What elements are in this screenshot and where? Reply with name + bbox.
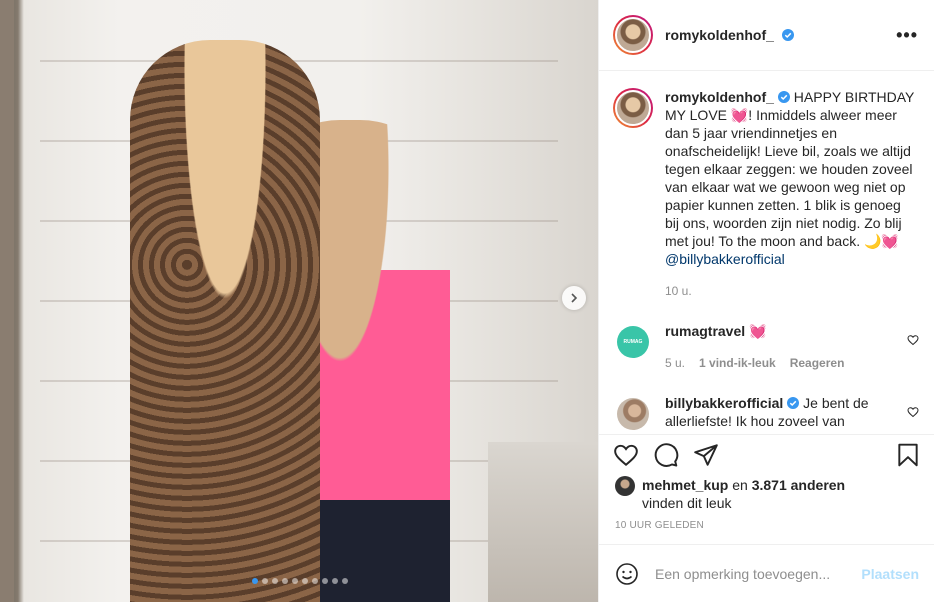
- like-heart-icon[interactable]: [613, 442, 639, 468]
- author-avatar[interactable]: [613, 15, 653, 55]
- comment-item: RUMAG rumagtravel 💓 5 u. 1 vind-ik-leuk …: [613, 322, 921, 372]
- post-comment-button[interactable]: Plaatsen: [861, 566, 919, 582]
- comment-username[interactable]: rumagtravel: [665, 323, 745, 339]
- reply-button[interactable]: Reageren: [790, 354, 845, 372]
- more-options-icon[interactable]: •••: [896, 25, 918, 46]
- verified-badge-icon: [781, 29, 794, 41]
- carousel-dot: [282, 578, 288, 584]
- likes-count[interactable]: 3.871 anderen: [752, 477, 845, 493]
- share-paper-plane-icon[interactable]: [693, 442, 719, 468]
- carousel-dots: [252, 578, 348, 584]
- save-bookmark-icon[interactable]: [895, 442, 921, 468]
- caption: romykoldenhof_ HAPPY BIRTHDAY MY LOVE 💓!…: [613, 88, 921, 300]
- carousel-dot: [292, 578, 298, 584]
- liker-username[interactable]: mehmet_kup: [642, 477, 728, 493]
- caption-avatar[interactable]: [613, 88, 653, 128]
- carousel-dot: [342, 578, 348, 584]
- post-details-panel: romykoldenhof_ ••• romykoldenhof_ HAPPY …: [598, 0, 934, 602]
- liker-avatar[interactable]: [615, 476, 635, 496]
- like-comment-heart-icon[interactable]: [907, 334, 919, 346]
- comment-text: 💓: [749, 323, 767, 339]
- carousel-dot: [322, 578, 328, 584]
- likes-suffix: vinden dit leuk: [642, 495, 732, 511]
- bench: [488, 442, 598, 602]
- post-header: romykoldenhof_ •••: [599, 0, 934, 71]
- likes-connector: en: [732, 477, 748, 493]
- emoji-smiley-icon[interactable]: [615, 562, 639, 586]
- caption-mention[interactable]: @billybakkerofficial: [665, 251, 785, 267]
- post-timestamp[interactable]: 10 UUR GELEDEN: [615, 520, 704, 531]
- comment-time[interactable]: 5 u.: [665, 354, 685, 372]
- instagram-post-window: romykoldenhof_ ••• romykoldenhof_ HAPPY …: [0, 0, 934, 602]
- caption-text: HAPPY BIRTHDAY MY LOVE 💓! Inmiddels alwe…: [665, 89, 915, 249]
- carousel-dot: [332, 578, 338, 584]
- carousel-dot: [312, 578, 318, 584]
- comment-input[interactable]: [655, 565, 862, 582]
- next-slide-button[interactable]: [562, 286, 586, 310]
- verified-badge-icon: [777, 91, 790, 103]
- author-username[interactable]: romykoldenhof_: [665, 27, 794, 43]
- post-actions: [599, 434, 934, 474]
- caption-username[interactable]: romykoldenhof_: [665, 89, 774, 105]
- like-comment-heart-icon[interactable]: [907, 406, 919, 418]
- likes-summary: mehmet_kup en 3.871 anderen vinden dit l…: [615, 476, 921, 512]
- wall-plank: [40, 60, 558, 62]
- person-left: [130, 40, 320, 602]
- commenter-avatar[interactable]: [617, 398, 649, 430]
- comment-likes[interactable]: 1 vind-ik-leuk: [699, 354, 776, 372]
- caption-time[interactable]: 10 u.: [665, 282, 692, 300]
- comment-bubble-icon[interactable]: [653, 442, 679, 468]
- add-comment-bar: Plaatsen: [599, 544, 934, 602]
- carousel-dot: [302, 578, 308, 584]
- comment-username[interactable]: billybakkerofficial: [665, 395, 783, 411]
- comment-item: billybakkerofficial Je bent de allerlief…: [613, 394, 921, 434]
- verified-badge-icon: [787, 397, 800, 409]
- commenter-avatar[interactable]: RUMAG: [617, 326, 649, 358]
- chevron-right-icon: [571, 293, 578, 303]
- comments-list: romykoldenhof_ HAPPY BIRTHDAY MY LOVE 💓!…: [599, 72, 934, 434]
- post-photo[interactable]: [0, 0, 598, 602]
- carousel-dot: [252, 578, 258, 584]
- carousel-dot: [262, 578, 268, 584]
- carousel-dot: [272, 578, 278, 584]
- wood-post: [0, 0, 14, 602]
